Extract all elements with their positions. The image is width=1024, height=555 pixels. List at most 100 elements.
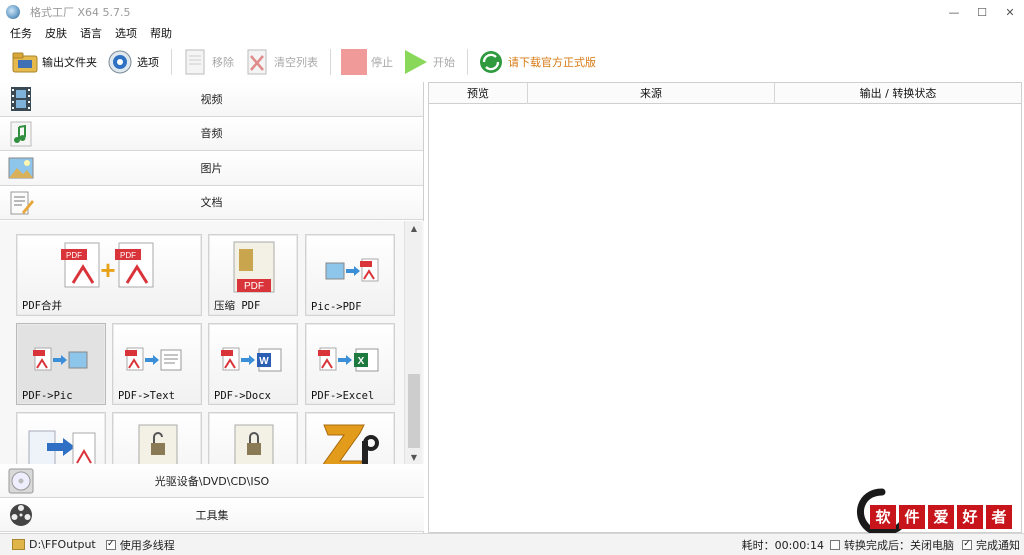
- toolbar: 输出文件夹 选项 移除 清空列表 停止 开始 请下载官方正式版: [0, 44, 1024, 80]
- folder-icon[interactable]: [12, 539, 25, 550]
- menu-task[interactable]: 任务: [10, 25, 32, 41]
- toolbar-separator: [467, 49, 468, 75]
- download-official-button[interactable]: 请下载官方正式版: [478, 47, 596, 77]
- zip-book-icon: [322, 424, 379, 464]
- document-edit-icon: [10, 191, 34, 214]
- task-table-header: 预览 来源 输出 / 转换状态: [429, 83, 1021, 104]
- menu-skin[interactable]: 皮肤: [45, 25, 67, 41]
- tile-compress-pdf[interactable]: PDF 压缩 PDF: [208, 234, 298, 316]
- shutdown-label: 转换完成后：关闭电脑: [844, 538, 954, 552]
- film-reel-icon: [10, 504, 32, 526]
- category-audio[interactable]: 音频: [0, 116, 423, 151]
- tile-pdf-to-docx[interactable]: W PDF->Docx: [208, 323, 298, 405]
- elapsed-time: 耗时：00:00:14: [741, 538, 824, 552]
- category-image-label: 图片: [200, 161, 223, 175]
- tile-pdf-to-excel[interactable]: X PDF->Excel: [305, 323, 395, 405]
- clear-list-button[interactable]: 清空列表: [244, 47, 318, 77]
- tile-pdf-lock[interactable]: [208, 412, 298, 464]
- start-button[interactable]: 开始: [403, 47, 455, 77]
- output-folder-button[interactable]: 输出文件夹: [12, 47, 97, 77]
- options-button[interactable]: 选项: [107, 47, 159, 77]
- watermark-logo: 软 件 爱 好 者: [852, 488, 1022, 536]
- watermark-char: 软: [870, 505, 896, 529]
- tile-pdf-unlock[interactable]: [112, 412, 202, 464]
- tile-pic-to-pdf[interactable]: Pic->PDF: [305, 234, 395, 316]
- svg-text:W: W: [259, 356, 269, 367]
- output-path[interactable]: D:\FFOutput: [29, 538, 96, 551]
- column-preview[interactable]: 预览: [429, 83, 528, 104]
- window-title: 格式工厂 X64 5.7.5: [30, 6, 131, 19]
- landscape-picture-icon: [8, 157, 34, 179]
- category-document[interactable]: 文档: [0, 185, 423, 220]
- download-official-label: 请下载官方正式版: [508, 56, 596, 69]
- multithread-checkbox[interactable]: ✓: [105, 539, 116, 550]
- tile-label: PDF->Excel: [311, 390, 375, 402]
- toolbar-separator: [171, 49, 172, 75]
- output-folder-label: 输出文件夹: [42, 56, 97, 69]
- category-optical-label: 光驱设备\DVD\CD\ISO: [154, 474, 270, 488]
- tools-scrollbar[interactable]: ▲ ▼: [404, 221, 422, 464]
- category-image[interactable]: 图片: [0, 151, 423, 186]
- compress-pdf-icon: PDF: [233, 241, 275, 293]
- document-tools-grid: PDF + PDF PDF合并 PDF 压缩 PDF Pic->PDF PDF-…: [0, 221, 424, 464]
- music-note-icon: [10, 121, 32, 146]
- pdf-merge-icon: PDF + PDF: [61, 242, 154, 288]
- svg-text:PDF: PDF: [120, 251, 136, 260]
- window-controls: — ☐ ✕: [940, 0, 1024, 24]
- task-list-panel: 预览 来源 输出 / 转换状态: [428, 82, 1022, 533]
- svg-text:+: +: [100, 255, 115, 285]
- remove-button[interactable]: 移除: [182, 47, 234, 77]
- category-video[interactable]: 视频: [0, 82, 423, 117]
- tile-label: PDF合并: [22, 300, 62, 312]
- notify-checkbox[interactable]: ✓: [962, 539, 972, 550]
- tile-label: 压缩 PDF: [214, 300, 261, 312]
- pdf-to-pic-icon: [33, 347, 88, 371]
- folder-icon: [12, 49, 38, 75]
- pdf-to-docx-icon: W: [221, 347, 282, 372]
- category-tools[interactable]: 工具集: [0, 498, 424, 532]
- remove-label: 移除: [212, 56, 234, 69]
- svg-text:PDF: PDF: [244, 281, 264, 292]
- notify-label: 完成通知: [976, 538, 1020, 552]
- pdf-lock-icon: [234, 424, 274, 464]
- tile-label: PDF->Text: [118, 390, 175, 402]
- stop-label: 停止: [371, 56, 393, 69]
- disc-drive-icon: [8, 468, 34, 494]
- app-window: 格式工厂 X64 5.7.5 — ☐ ✕ 任务 皮肤 语言 选项 帮助 输出文件…: [0, 0, 1024, 555]
- tile-ebook-zip[interactable]: [305, 412, 395, 464]
- watermark-char: 爱: [928, 505, 954, 529]
- scroll-thumb[interactable]: [408, 374, 420, 448]
- category-audio-label: 音频: [200, 127, 223, 141]
- maximize-button[interactable]: ☐: [968, 0, 996, 24]
- minimize-button[interactable]: —: [940, 0, 968, 24]
- scroll-down-arrow-icon[interactable]: ▼: [405, 450, 423, 464]
- pdf-to-text-icon: [125, 347, 182, 371]
- word-to-pdf-icon: [28, 430, 96, 464]
- menu-options[interactable]: 选项: [115, 25, 137, 41]
- pdf-to-excel-icon: X: [318, 347, 379, 372]
- tile-label: PDF->Pic: [22, 390, 73, 402]
- document-remove-icon: [182, 49, 208, 75]
- shutdown-checkbox[interactable]: [830, 539, 840, 550]
- watermark-char: 者: [986, 505, 1012, 529]
- tile-label: Pic->PDF: [311, 301, 362, 313]
- clear-list-label: 清空列表: [274, 56, 318, 69]
- tile-pdf-to-pic[interactable]: PDF->Pic: [16, 323, 106, 405]
- column-output-status[interactable]: 输出 / 转换状态: [775, 83, 1021, 104]
- menu-help[interactable]: 帮助: [150, 25, 172, 41]
- status-bar: D:\FFOutput ✓ 使用多线程 耗时：00:00:14 转换完成后：关闭…: [0, 533, 1024, 555]
- scroll-up-arrow-icon[interactable]: ▲: [405, 221, 423, 235]
- close-button[interactable]: ✕: [996, 0, 1024, 24]
- svg-text:PDF: PDF: [66, 251, 82, 260]
- toolbar-separator: [330, 49, 331, 75]
- gear-icon: [107, 49, 133, 75]
- category-optical[interactable]: 光驱设备\DVD\CD\ISO: [0, 464, 424, 498]
- menu-language[interactable]: 语言: [80, 25, 102, 41]
- tile-pdf-to-text[interactable]: PDF->Text: [112, 323, 202, 405]
- column-source[interactable]: 来源: [528, 83, 775, 104]
- stop-button[interactable]: 停止: [341, 47, 393, 77]
- clear-list-icon: [244, 49, 270, 75]
- tile-word-to-pdf[interactable]: [16, 412, 106, 464]
- svg-text:X: X: [358, 356, 365, 367]
- tile-pdf-merge[interactable]: PDF + PDF PDF合并: [16, 234, 202, 316]
